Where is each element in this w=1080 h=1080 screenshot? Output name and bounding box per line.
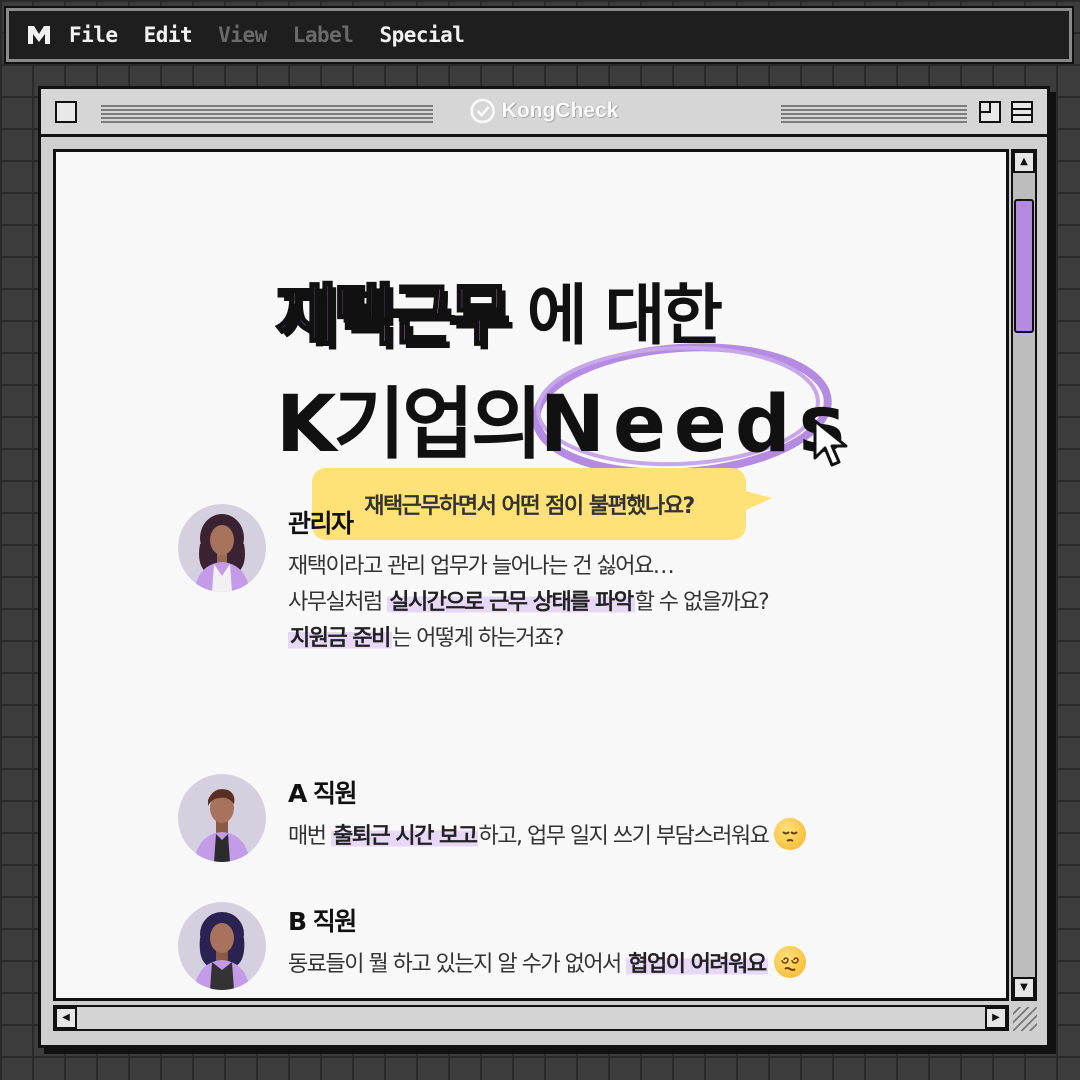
comment-text: 사무실처럼 [288,590,388,615]
menu-view[interactable]: View [218,23,267,47]
headline-prefix: K기업의 [276,380,543,470]
comment-text: 할 수 없을까요? [634,590,770,615]
vertical-scroll-thumb[interactable] [1014,199,1034,333]
mouse-pointer-icon [813,419,848,467]
app-logo-icon[interactable] [9,11,69,59]
comment-line: 재택이라고 관리 업무가 늘어나는 건 싫어요… [288,548,675,580]
title-bar[interactable]: KongCheck [41,89,1047,137]
comment-highlight: 실시간으로 근무 상태를 파악 [387,590,635,615]
person-role: 관리자 [288,509,354,538]
comment-text: 는 어떻게 하는거죠? [391,626,565,651]
horizontal-scrollbar[interactable]: ◀ ▶ [53,1005,1009,1031]
dizzy-face-emoji-icon [773,946,806,978]
collapse-box-button[interactable] [1011,101,1033,123]
window-content: 재택근무 에 대한 K기업의Needs 재택근무하면서 어떤 점이 불편했나요? [53,149,1009,1001]
avatar-woman-icon [178,504,266,592]
comment-highlight: 협업이 어려워요 [626,952,768,977]
comment-line: 지원금 준비는 어떻게 하는거죠? [288,620,565,652]
person-manager: 관리자 재택이라고 관리 업무가 늘어나는 건 싫어요… 사무실처럼 실시간으로… [178,504,918,664]
pensive-face-emoji-icon [774,818,807,850]
menu-file[interactable]: File [69,23,118,47]
close-box-button[interactable] [55,101,77,123]
scroll-left-arrow-icon[interactable]: ◀ [55,1007,77,1029]
headline-line-2: K기업의Needs [276,362,845,474]
comment-line: 동료들이 뭘 하고 있는지 알 수가 없어서 협업이 어려워요 [288,946,806,981]
zoom-box-button[interactable] [979,101,1001,123]
comment-highlight: 출퇴근 시간 보고 [330,824,479,849]
title-bar-stripes [101,105,433,125]
menu-bar: File Edit View Label Special [4,6,1074,64]
comment-text: 매번 [288,824,331,849]
scroll-right-arrow-icon[interactable]: ▶ [985,1007,1007,1029]
avatar-woman-icon [178,902,266,990]
comment-text: 하고, 업무 일지 쓰기 부담스러워요 [478,824,769,849]
person-employee-b: B 직원 동료들이 뭘 하고 있는지 알 수가 없어서 협업이 어려워요 [178,902,918,992]
title-bar-stripes-right [781,105,967,125]
scroll-up-arrow-icon[interactable]: ▲ [1013,151,1035,173]
comment-line: 사무실처럼 실시간으로 근무 상태를 파악할 수 없을까요? [288,584,770,616]
headline-accent: 재택근무 [275,276,512,356]
menu-label[interactable]: Label [293,23,354,47]
scroll-down-arrow-icon[interactable]: ▼ [1013,977,1035,999]
resize-grip-icon[interactable] [1013,1007,1037,1031]
window-title: KongCheck [463,98,625,124]
person-role: B 직원 [288,907,357,936]
comment-text: 재택이라고 관리 업무가 늘어나는 건 싫어요… [288,554,675,579]
comment-highlight: 지원금 준비 [288,626,392,651]
comment-text: 동료들이 뭘 하고 있는지 알 수가 없어서 [288,952,627,977]
headline-needs: Needs [539,380,854,470]
window-title-text: KongCheck [501,99,619,122]
vertical-scrollbar[interactable]: ▲ ▼ [1011,149,1037,1001]
menu-edit[interactable]: Edit [144,23,193,47]
menu-special[interactable]: Special [379,23,465,47]
person-role: A 직원 [288,779,358,808]
app-window: KongCheck 재택근무 에 대한 K기업의Needs 재택근무하면서 어떤… [38,86,1050,1048]
comment-line: 매번 출퇴근 시간 보고하고, 업무 일지 쓰기 부담스러워요 [288,818,807,853]
avatar-man-icon [178,774,266,862]
check-circle-icon [470,98,495,124]
person-employee-a: A 직원 매번 출퇴근 시간 보고하고, 업무 일지 쓰기 부담스러워요 [178,774,918,864]
